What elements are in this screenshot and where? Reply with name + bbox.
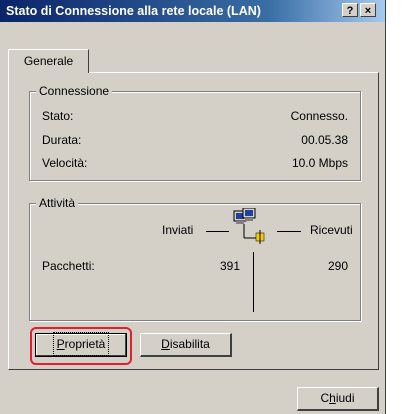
packets-sent-value: 391: [219, 259, 240, 273]
speed-label: Velocità:: [42, 156, 88, 170]
received-label: Ricevuti: [310, 223, 353, 237]
properties-mnemonic: P: [56, 337, 65, 351]
duration-value: 00.05.38: [301, 133, 348, 147]
disable-mnemonic: D: [161, 337, 170, 351]
close-label-pre: C: [320, 391, 330, 405]
duration-label: Durata:: [42, 133, 82, 147]
sent-label: Inviati: [162, 223, 194, 237]
title-bar[interactable]: Stato di Connessione alla rete locale (L…: [0, 0, 385, 22]
close-button[interactable]: Chiudi: [297, 387, 379, 411]
close-mnemonic: h: [329, 391, 336, 405]
activity-group-title: Attività: [36, 196, 79, 210]
received-connector-line: [277, 231, 301, 232]
window-title: Stato di Connessione alla rete locale (L…: [6, 4, 261, 18]
tab-generale[interactable]: Generale: [8, 49, 89, 73]
disable-label: isabilita: [169, 337, 210, 351]
activity-divider-line: [253, 252, 254, 312]
speed-value: 10.0 Mbps: [291, 156, 348, 170]
help-button[interactable]: ?: [342, 3, 358, 17]
packets-received-value: 290: [327, 259, 348, 273]
close-label-rest: iudi: [335, 391, 355, 405]
connection-group-title: Connessione: [36, 84, 113, 98]
status-label: Stato:: [42, 109, 74, 123]
status-value: Connesso.: [290, 109, 348, 123]
network-computers-icon: [232, 207, 274, 248]
packets-label: Pacchetti:: [42, 259, 95, 273]
tab-panel-generale: Connessione Stato: Connesso. Durata: 00.…: [8, 72, 379, 370]
tab-generale-label: Generale: [23, 54, 74, 68]
sent-connector-line: [206, 231, 229, 232]
disable-button[interactable]: Disabilita: [140, 333, 232, 357]
connection-group: Connessione Stato: Connesso. Durata: 00.…: [29, 84, 361, 181]
close-window-button[interactable]: ×: [360, 3, 376, 17]
properties-button[interactable]: Proprietà: [35, 332, 127, 357]
properties-label: roprietà: [64, 337, 106, 351]
lan-status-dialog: Stato di Connessione alla rete locale (L…: [0, 0, 386, 414]
activity-group: Attività Inviati Ricevuti Pacchetti: 391…: [29, 196, 361, 321]
